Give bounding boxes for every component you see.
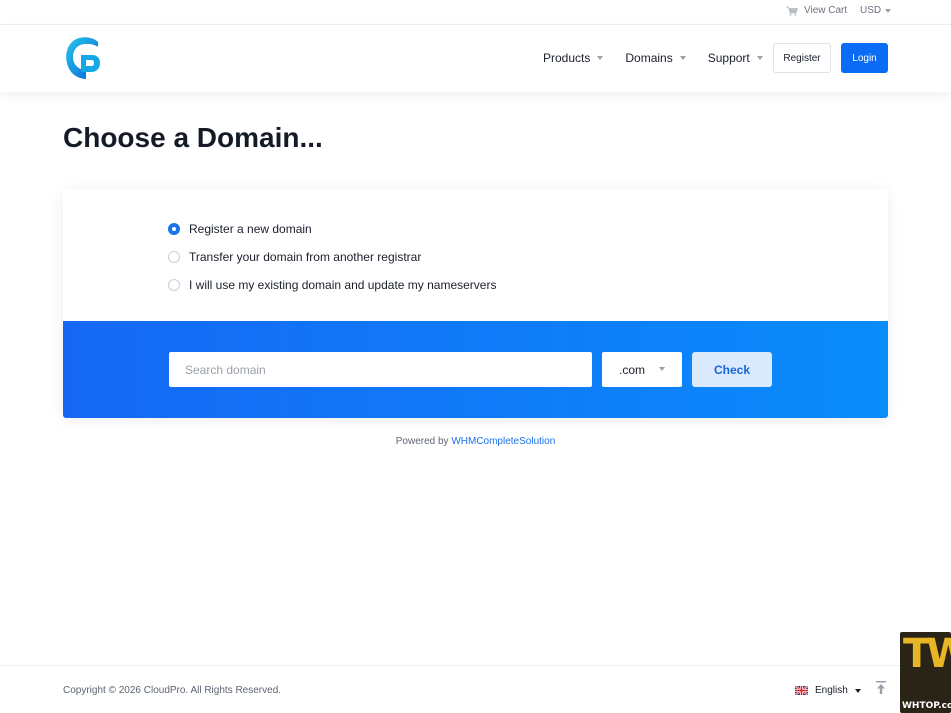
check-button[interactable]: Check xyxy=(692,352,772,387)
language-selector[interactable]: English xyxy=(795,685,861,696)
language-label: English xyxy=(815,685,848,696)
logo-icon xyxy=(66,37,100,79)
chevron-down-icon xyxy=(854,688,861,693)
option-existing-label: I will use my existing domain and update… xyxy=(189,278,497,292)
chevron-down-icon xyxy=(756,56,763,60)
domain-card: Register a new domain Transfer your doma… xyxy=(63,189,888,418)
copyright-text: Copyright © 2026 CloudPro. All Rights Re… xyxy=(63,685,282,696)
option-register-new[interactable]: Register a new domain xyxy=(168,215,496,243)
nav-products[interactable]: Products xyxy=(543,51,604,65)
scroll-to-top-icon[interactable] xyxy=(875,681,887,695)
powered-by: Powered by WHMCompleteSolution xyxy=(0,436,951,447)
site-footer: Copyright © 2026 CloudPro. All Rights Re… xyxy=(0,665,951,713)
domain-search-band: .com Check xyxy=(63,321,888,418)
nav-domains-label: Domains xyxy=(625,51,673,65)
main-nav: Products Domains Support xyxy=(543,51,763,65)
radio-register-new[interactable] xyxy=(168,223,180,235)
option-existing[interactable]: I will use my existing domain and update… xyxy=(168,271,496,299)
whmcs-link[interactable]: WHMCompleteSolution xyxy=(451,436,555,447)
currency-label: USD xyxy=(860,5,882,16)
tld-select[interactable]: .com xyxy=(602,352,682,387)
uk-flag-icon xyxy=(795,686,808,695)
search-domain-input[interactable] xyxy=(169,352,592,387)
nav-products-label: Products xyxy=(543,51,591,65)
view-cart-link[interactable]: View Cart xyxy=(786,5,847,16)
view-cart-label: View Cart xyxy=(804,5,848,16)
page-title: Choose a Domain... xyxy=(63,122,323,153)
radio-transfer[interactable] xyxy=(168,251,180,263)
register-button[interactable]: Register xyxy=(773,43,831,73)
chevron-down-icon xyxy=(659,367,665,371)
watermark-site: WHTOP.com xyxy=(902,701,951,711)
watermark-logo-text: TW xyxy=(903,631,951,677)
tld-value: .com xyxy=(619,362,646,377)
option-transfer-label: Transfer your domain from another regist… xyxy=(189,250,422,264)
domain-options: Register a new domain Transfer your doma… xyxy=(168,215,496,299)
option-register-new-label: Register a new domain xyxy=(189,222,312,236)
login-button[interactable]: Login xyxy=(841,43,888,73)
chevron-down-icon xyxy=(679,56,686,60)
nav-support[interactable]: Support xyxy=(708,51,763,65)
chevron-down-icon xyxy=(597,56,604,60)
nav-domains[interactable]: Domains xyxy=(625,51,686,65)
currency-selector[interactable]: USD xyxy=(860,5,892,16)
chevron-down-icon xyxy=(885,8,892,13)
site-header: Products Domains Support Register Login xyxy=(0,25,951,92)
top-bar: View Cart USD xyxy=(0,0,951,25)
brand-logo[interactable] xyxy=(64,35,102,81)
cart-icon xyxy=(786,6,798,16)
option-transfer[interactable]: Transfer your domain from another regist… xyxy=(168,243,496,271)
nav-support-label: Support xyxy=(707,51,750,65)
whtop-watermark: TW WHTOP.com xyxy=(900,632,951,713)
powered-prefix: Powered by xyxy=(395,436,449,447)
radio-existing[interactable] xyxy=(168,279,180,291)
